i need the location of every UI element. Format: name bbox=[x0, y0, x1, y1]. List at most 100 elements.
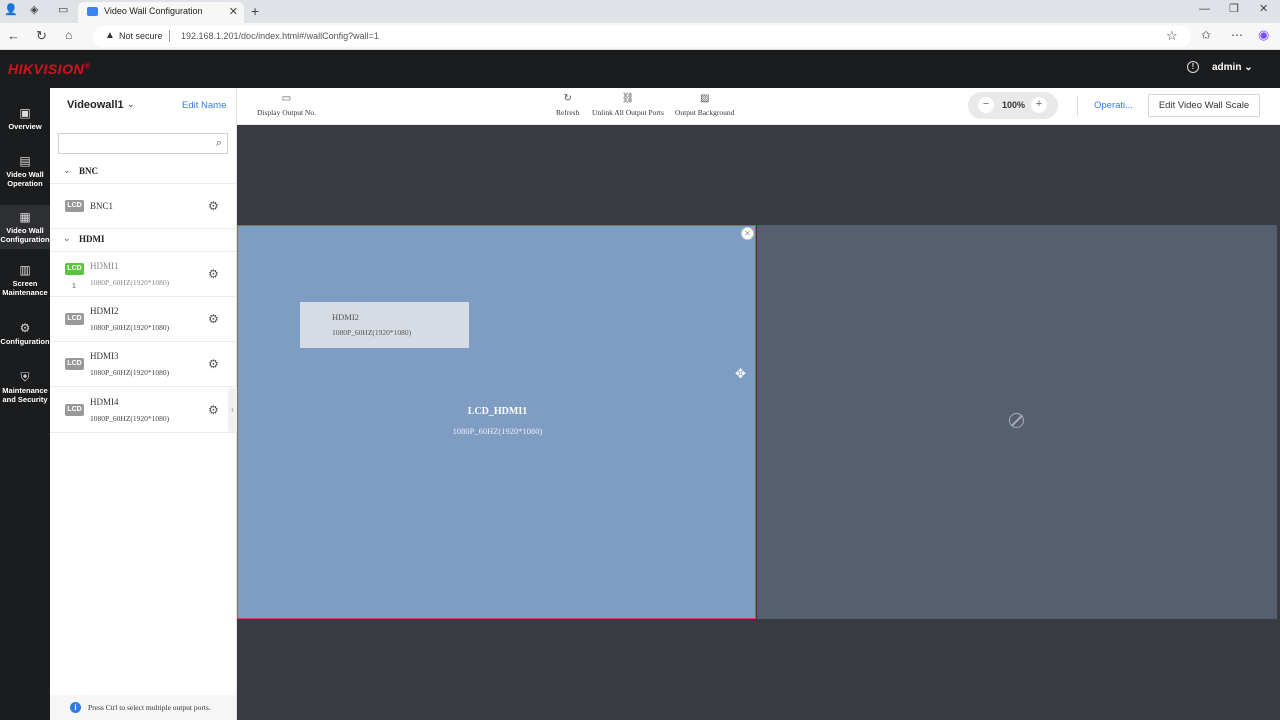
port-resolution: 1080P_60HZ(1920*1080) bbox=[90, 278, 170, 287]
gear-icon[interactable]: ⚙ bbox=[208, 267, 219, 281]
copilot-icon[interactable]: ◉ bbox=[1258, 28, 1269, 41]
chevron-down-icon[interactable]: ⌄ bbox=[63, 233, 71, 244]
gear-icon[interactable]: ⚙ bbox=[208, 403, 219, 417]
port-name: HDMI3 bbox=[90, 351, 119, 361]
unlink-icon: ⛓ bbox=[621, 93, 635, 104]
search-input[interactable]: ⌕ bbox=[58, 133, 228, 154]
port-hdmi1[interactable]: LCD 1 HDMI1 1080P_60HZ(1920*1080) ⚙ bbox=[50, 252, 236, 297]
zoom-level: 100% bbox=[1002, 100, 1026, 110]
port-resolution: 1080P_60HZ(1920*1080) bbox=[90, 368, 170, 377]
group-bnc[interactable]: ⌄ BNC bbox=[50, 160, 236, 184]
close-tab-icon[interactable]: ✕ bbox=[229, 5, 238, 18]
nav-label: Video Wall Operation bbox=[6, 170, 44, 188]
reload-icon[interactable]: ↻ bbox=[36, 29, 47, 42]
move-icon[interactable]: ✥ bbox=[735, 366, 746, 382]
chevron-down-icon: ⌄ bbox=[1244, 62, 1253, 73]
nav-video-wall-operation[interactable]: ▤ Video Wall Operation bbox=[0, 154, 50, 198]
image-icon: ▨ bbox=[699, 93, 710, 104]
browser-address-bar: ← ↻ ⌂ ▲ Not secure 192.168.1.201/doc/ind… bbox=[0, 23, 1280, 50]
url-divider bbox=[169, 30, 170, 42]
nav-label: Maintenance and Security bbox=[2, 386, 48, 404]
nav-overview[interactable]: ▣ Overview bbox=[0, 106, 50, 140]
toolbar: Edit Name ▭ Display Output No. ↻ Refresh… bbox=[182, 88, 1280, 125]
chevron-down-icon[interactable]: ⌄ bbox=[127, 99, 135, 110]
button-label: Unlink All Output Ports bbox=[592, 108, 664, 117]
url-text: 192.168.1.201/doc/index.html#/wallConfig… bbox=[181, 31, 379, 41]
group-hdmi[interactable]: ⌄ HDMI bbox=[50, 228, 236, 252]
maximize-icon[interactable]: ❐ bbox=[1229, 4, 1239, 15]
info-icon[interactable]: ! bbox=[1187, 61, 1199, 73]
profile-icon[interactable]: 👤 bbox=[4, 5, 18, 16]
button-label: Display Output No. bbox=[257, 108, 316, 117]
nav-video-wall-configuration[interactable]: ▦ Video Wall Configuration bbox=[0, 205, 50, 249]
collapse-panel-handle[interactable]: ‹ bbox=[228, 388, 237, 432]
video-wall-canvas[interactable]: ✕ HDMI2 1080P_60HZ(1920*1080) ✥ LCD_HDMI… bbox=[237, 125, 1280, 720]
button-label: Refresh bbox=[556, 108, 580, 117]
edit-name-link[interactable]: Edit Name bbox=[182, 100, 226, 111]
lcd-icon: LCD bbox=[65, 358, 84, 370]
unlink-all-button[interactable]: ⛓ Unlink All Output Ports bbox=[592, 93, 664, 117]
port-name: BNC1 bbox=[90, 201, 114, 211]
back-icon[interactable]: ← bbox=[7, 29, 20, 42]
bound-screen-number: 1 bbox=[72, 283, 76, 290]
warning-icon: ▲ bbox=[105, 30, 115, 41]
minimize-icon[interactable]: — bbox=[1199, 4, 1210, 15]
favorite-star-icon[interactable]: ☆ bbox=[1166, 29, 1178, 42]
display-output-icon: ▭ bbox=[281, 93, 292, 104]
gear-icon: ⚙ bbox=[19, 321, 31, 335]
port-hdmi3[interactable]: LCD HDMI3 1080P_60HZ(1920*1080) ⚙ bbox=[50, 342, 236, 387]
button-label: Output Background bbox=[675, 108, 735, 117]
port-hdmi2[interactable]: LCD HDMI2 1080P_60HZ(1920*1080) ⚙ bbox=[50, 297, 236, 342]
lcd-icon: LCD bbox=[65, 313, 84, 325]
gear-icon[interactable]: ⚙ bbox=[208, 199, 219, 213]
disabled-icon bbox=[1009, 413, 1024, 428]
search-icon[interactable]: ⌕ bbox=[216, 137, 222, 150]
tab-title: Video Wall Configuration bbox=[104, 6, 203, 16]
edit-video-wall-scale-button[interactable]: Edit Video Wall Scale bbox=[1148, 94, 1260, 117]
maintenance-security-icon: ⛨ bbox=[20, 370, 30, 384]
lcd-icon: LCD bbox=[65, 404, 84, 416]
screen-resolution: 1080P_60HZ(1920*1080) bbox=[452, 426, 543, 436]
port-name: HDMI2 bbox=[90, 306, 119, 316]
tab-actions-icon[interactable]: ▭ bbox=[58, 5, 68, 16]
refresh-button[interactable]: ↻ Refresh bbox=[556, 93, 579, 117]
nav-screen-maintenance[interactable]: ▥ Screen Maintenance bbox=[0, 263, 50, 307]
port-bnc1[interactable]: LCD BNC1 ⚙ bbox=[50, 184, 236, 229]
port-hdmi4[interactable]: LCD HDMI4 1080P_60HZ(1920*1080) ⚙ bbox=[50, 388, 236, 433]
lcd-icon: LCD bbox=[65, 263, 84, 275]
output-background-button[interactable]: ▨ Output Background bbox=[675, 93, 734, 117]
favorites-icon[interactable]: ✩ bbox=[1201, 29, 1211, 41]
tab-favicon-icon bbox=[87, 7, 98, 16]
gear-icon[interactable]: ⚙ bbox=[208, 357, 219, 371]
window-hdmi2[interactable]: HDMI2 1080P_60HZ(1920*1080) bbox=[300, 302, 469, 348]
close-icon[interactable]: ✕ bbox=[741, 227, 754, 240]
close-window-icon[interactable]: ✕ bbox=[1259, 4, 1268, 15]
workspaces-icon[interactable]: ◈ bbox=[30, 5, 38, 16]
nav-configuration[interactable]: ⚙ Configuration bbox=[0, 321, 50, 355]
group-label: BNC bbox=[79, 166, 99, 176]
zoom-out-button[interactable]: − bbox=[978, 97, 994, 113]
home-icon[interactable]: ⌂ bbox=[65, 29, 72, 41]
port-name: HDMI4 bbox=[90, 397, 119, 407]
operation-link[interactable]: Operati... bbox=[1094, 100, 1133, 111]
new-tab-icon[interactable]: + bbox=[251, 4, 259, 18]
video-wall-config-icon: ▦ bbox=[19, 210, 31, 224]
overview-icon: ▣ bbox=[19, 106, 31, 120]
screen-lcd-hdmi1[interactable]: ✕ HDMI2 1080P_60HZ(1920*1080) ✥ LCD_HDMI… bbox=[237, 225, 756, 619]
url-field[interactable]: ▲ Not secure 192.168.1.201/doc/index.htm… bbox=[93, 26, 1191, 47]
chevron-down-icon[interactable]: ⌄ bbox=[63, 165, 71, 176]
display-output-no-button[interactable]: ▭ Display Output No. bbox=[257, 93, 316, 117]
screen-title: LCD_HDMI1 bbox=[467, 406, 528, 417]
videowall-selector[interactable]: Videowall1 bbox=[67, 99, 124, 111]
more-icon[interactable]: ⋯ bbox=[1231, 29, 1243, 41]
lcd-icon: LCD bbox=[65, 200, 84, 212]
nav-maintenance-security[interactable]: ⛨ Maintenance and Security bbox=[0, 370, 50, 414]
zoom-in-button[interactable]: + bbox=[1031, 97, 1047, 113]
user-menu[interactable]: admin ⌄ bbox=[1212, 62, 1253, 73]
browser-tab-bar: 👤 ◈ ▭ Video Wall Configuration ✕ + — ❐ ✕ bbox=[0, 0, 1280, 23]
screen-unbound[interactable] bbox=[757, 225, 1277, 619]
gear-icon[interactable]: ⚙ bbox=[208, 312, 219, 326]
browser-tab[interactable]: Video Wall Configuration ✕ bbox=[78, 2, 244, 23]
nav-label: Configuration bbox=[0, 337, 50, 346]
nav-label: Screen Maintenance bbox=[2, 279, 48, 297]
